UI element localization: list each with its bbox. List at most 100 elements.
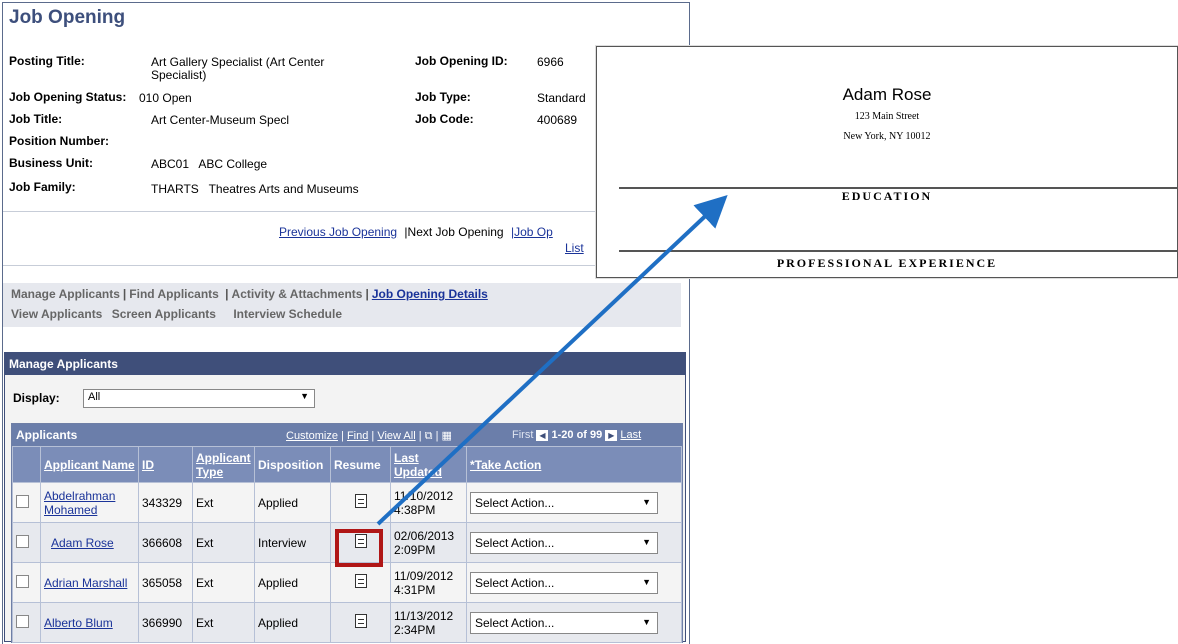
row-checkbox[interactable] bbox=[16, 614, 29, 628]
grid-pagination: First ◀ 1-20 of 99 ▶ Last bbox=[512, 429, 641, 441]
row-checkbox[interactable] bbox=[16, 574, 29, 588]
applicants-grid-header: Applicants Customize | Find | View All |… bbox=[12, 424, 682, 446]
chevron-down-icon: ▼ bbox=[300, 391, 309, 401]
tab-interview-schedule[interactable]: Interview Schedule bbox=[233, 307, 342, 321]
divider bbox=[3, 211, 689, 212]
take-action-select[interactable]: Select Action... ▼ bbox=[470, 531, 658, 554]
row-checkbox[interactable] bbox=[16, 534, 29, 548]
applicants-grid: Applicants Customize | Find | View All |… bbox=[11, 423, 683, 643]
resume-preview: Adam Rose 123 Main Street New York, NY 1… bbox=[596, 46, 1178, 278]
take-action-select[interactable]: Select Action... ▼ bbox=[470, 571, 658, 594]
tab-activity-attachments[interactable]: Activity & Attachments bbox=[232, 287, 363, 301]
applicant-disposition: Interview bbox=[254, 522, 331, 563]
take-action-value: Select Action... bbox=[475, 535, 555, 550]
job-family-label: Job Family: bbox=[9, 180, 76, 194]
page-title: Job Opening bbox=[9, 7, 126, 28]
row-checkbox-cell bbox=[12, 562, 41, 603]
chevron-down-icon: ▼ bbox=[642, 496, 651, 507]
tab-view-applicants[interactable]: View Applicants bbox=[11, 307, 102, 321]
job-opening-list-link-2[interactable]: List bbox=[565, 241, 584, 255]
resume-street: 123 Main Street bbox=[854, 111, 920, 122]
applicant-type: Ext bbox=[192, 482, 255, 523]
applicant-type: Ext bbox=[192, 562, 255, 603]
column-disposition: Disposition bbox=[254, 446, 331, 483]
customize-link[interactable]: Customize bbox=[286, 430, 338, 442]
job-opening-list-link[interactable]: |Job Op bbox=[511, 225, 553, 239]
take-action-select[interactable]: Select Action... ▼ bbox=[470, 491, 658, 514]
last-updated-date: 02/06/2013 bbox=[394, 528, 455, 543]
table-row: Adam Rose 366608 Ext Interview 02/06/201… bbox=[12, 522, 682, 563]
applicant-disposition: Applied bbox=[254, 602, 331, 643]
last-updated: 11/09/2012 4:31PM bbox=[390, 562, 467, 603]
resume-name: Adam Rose bbox=[842, 85, 932, 104]
applicant-type: Ext bbox=[192, 522, 255, 563]
applicant-id: 366608 bbox=[138, 522, 193, 563]
display-select[interactable]: All ▼ bbox=[83, 389, 315, 408]
grid-tools: Customize | Find | View All | ⧉ | ▦ bbox=[286, 430, 452, 442]
chevron-down-icon: ▼ bbox=[642, 616, 651, 627]
applicant-name-link[interactable]: Adam Rose bbox=[51, 536, 114, 550]
previous-job-opening-link[interactable]: Previous Job Opening bbox=[279, 225, 397, 239]
divider bbox=[3, 265, 689, 266]
job-title-label: Job Title: bbox=[9, 112, 63, 126]
posting-title-value: Art Gallery Specialist (Art Center Speci… bbox=[151, 56, 324, 82]
tab-find-applicants[interactable]: Find Applicants bbox=[129, 287, 219, 301]
job-code-label: Job Code: bbox=[415, 112, 474, 126]
position-number-label: Position Number: bbox=[9, 134, 110, 148]
applicant-name-link[interactable]: Adrian Marshall bbox=[44, 576, 127, 590]
new-window-icon[interactable]: ⧉ bbox=[425, 430, 433, 442]
posting-title-line-2: Specialist) bbox=[151, 68, 207, 82]
next-job-opening-link[interactable]: |Next Job Opening bbox=[404, 225, 503, 239]
next-page-icon[interactable]: ▶ bbox=[605, 429, 618, 441]
job-opening-status-value: 010 Open bbox=[139, 91, 192, 105]
chevron-down-icon: ▼ bbox=[642, 576, 651, 587]
resume-icon[interactable] bbox=[354, 574, 367, 588]
last-updated-date: 11/09/2012 bbox=[394, 568, 454, 583]
column-take-action[interactable]: *Take Action bbox=[466, 446, 682, 483]
last-updated-date: 11/10/2012 bbox=[394, 488, 454, 503]
applicant-name-link[interactable]: Alberto Blum bbox=[44, 616, 113, 630]
take-action-value: Select Action... bbox=[475, 495, 555, 510]
column-applicant-type[interactable]: Applicant Type bbox=[192, 446, 255, 483]
resume-icon[interactable] bbox=[354, 494, 367, 508]
job-nav: Previous Job Opening |Next Job Opening |… bbox=[279, 225, 553, 239]
business-unit-value: ABC01 ABC College bbox=[151, 157, 268, 171]
job-type-label: Job Type: bbox=[415, 90, 471, 104]
take-action-value: Select Action... bbox=[475, 615, 555, 630]
resume-education-heading: EDUCATION bbox=[841, 189, 933, 203]
resume-icon[interactable] bbox=[354, 534, 367, 548]
resume-icon[interactable] bbox=[354, 614, 367, 628]
row-checkbox-cell bbox=[12, 482, 41, 523]
row-checkbox[interactable] bbox=[16, 494, 29, 508]
take-action-select[interactable]: Select Action... ▼ bbox=[470, 611, 658, 634]
last-updated-time: 4:38PM bbox=[394, 502, 436, 517]
row-checkbox-cell bbox=[12, 602, 41, 643]
job-title-value: Art Center-Museum Specl bbox=[151, 113, 290, 127]
tab-manage-applicants[interactable]: Manage Applicants bbox=[11, 287, 120, 301]
previous-page-icon[interactable]: ◀ bbox=[536, 429, 549, 441]
tab-screen-applicants[interactable]: Screen Applicants bbox=[112, 307, 216, 321]
column-id[interactable]: ID bbox=[138, 446, 193, 483]
manage-applicants-box: Manage Applicants Display: All ▼ Applica… bbox=[4, 352, 686, 643]
resume-divider bbox=[619, 250, 1177, 252]
column-last-updated[interactable]: Last Updated bbox=[390, 446, 467, 483]
posting-title-label: Posting Title: bbox=[9, 54, 85, 68]
applicant-name-link[interactable]: Abdelrahman Mohamed bbox=[44, 489, 115, 517]
download-icon[interactable]: ▦ bbox=[442, 430, 452, 442]
select-column-header bbox=[12, 446, 41, 483]
page-tabs: Manage Applicants | Find Applicants | Activ… bbox=[3, 283, 681, 327]
applicant-type: Ext bbox=[192, 602, 255, 643]
find-link[interactable]: Find bbox=[347, 430, 368, 442]
chevron-down-icon: ▼ bbox=[642, 536, 651, 547]
applicant-id: 365058 bbox=[138, 562, 193, 603]
job-opening-status-label: Job Opening Status: bbox=[9, 90, 127, 104]
applicant-disposition: Applied bbox=[254, 562, 331, 603]
first-link[interactable]: First bbox=[512, 429, 533, 441]
column-applicant-name[interactable]: Applicant Name bbox=[40, 446, 139, 483]
last-link[interactable]: Last bbox=[620, 429, 641, 441]
view-all-link[interactable]: View All bbox=[377, 430, 415, 442]
page-range: 1-20 of 99 bbox=[551, 429, 603, 441]
last-updated: 02/06/2013 2:09PM bbox=[390, 522, 467, 563]
last-updated-time: 2:34PM bbox=[394, 622, 436, 637]
tab-job-opening-details[interactable]: Job Opening Details bbox=[372, 287, 488, 301]
